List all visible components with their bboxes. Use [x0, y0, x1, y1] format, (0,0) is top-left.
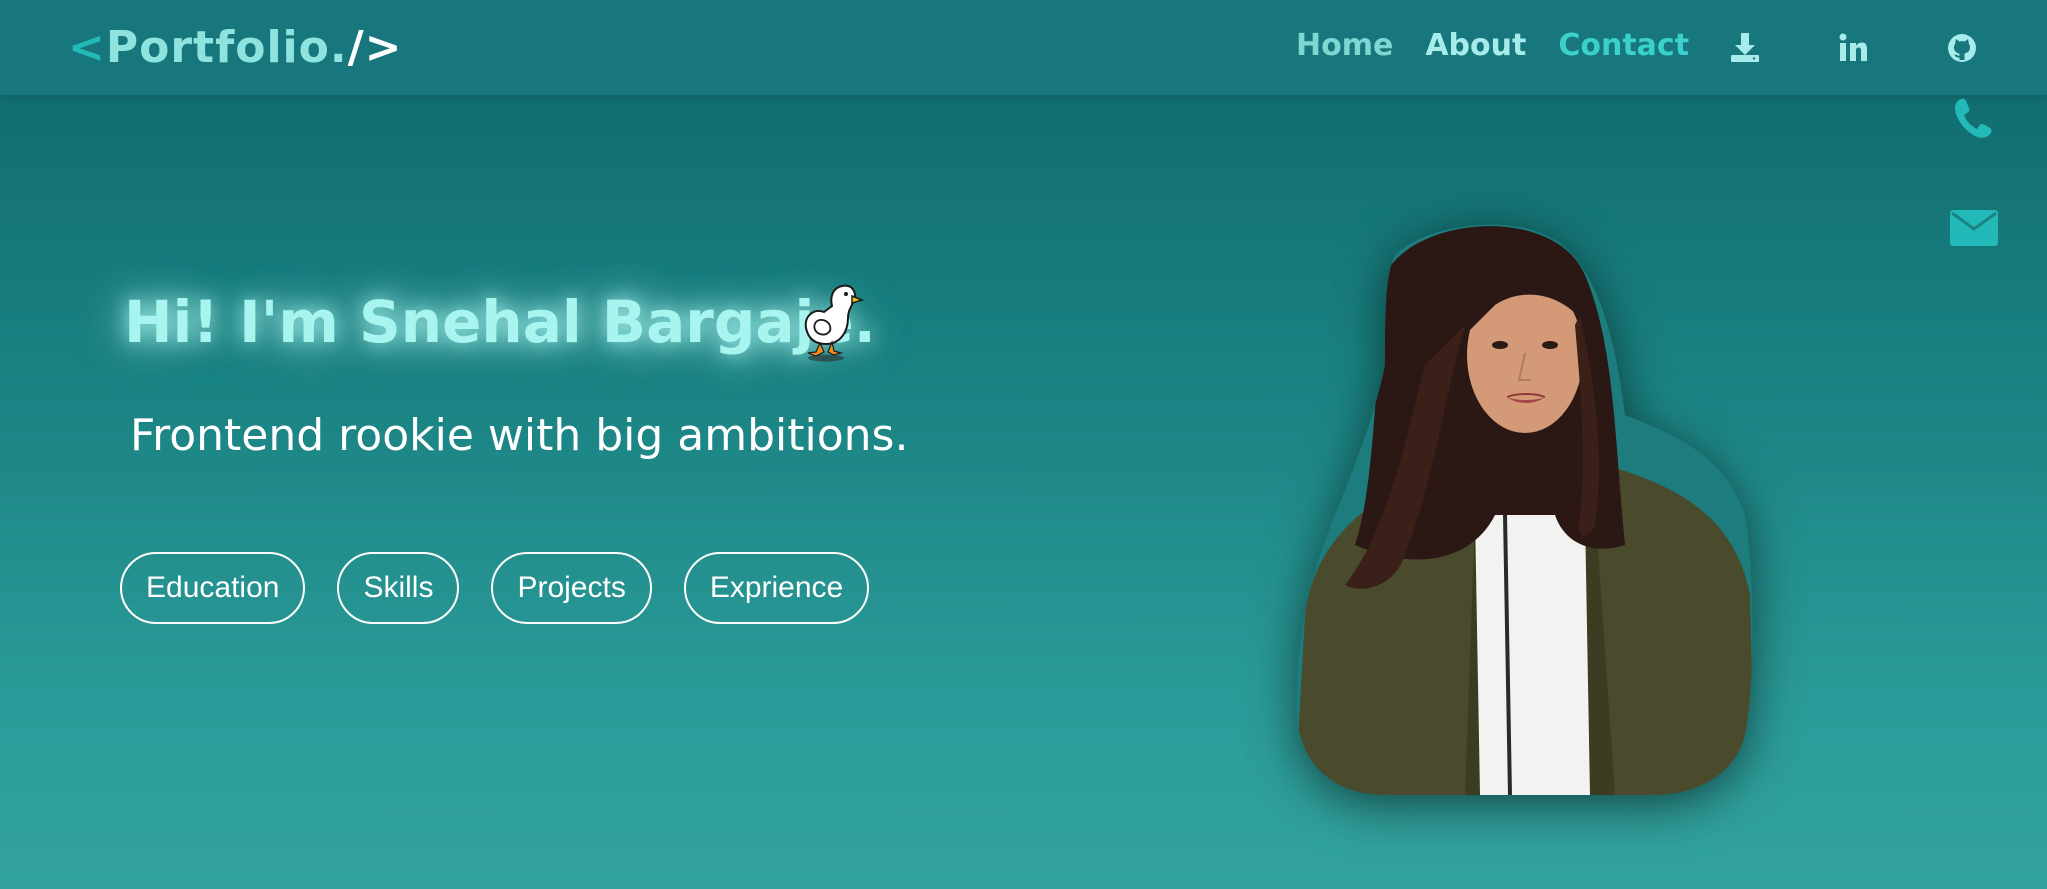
nav-link-contact[interactable]: Contact: [1558, 28, 1689, 63]
projects-button[interactable]: Projects: [491, 552, 652, 624]
hero-title: Hi! I'm Snehal Bargaje.: [124, 288, 876, 356]
duck-icon: [804, 284, 864, 362]
skills-button[interactable]: Skills: [337, 552, 460, 624]
download-icon[interactable]: [1727, 30, 1763, 66]
brand-name: Portfolio.: [105, 22, 348, 73]
navbar: <Portfolio./> Home About Contact: [0, 0, 2047, 95]
profile-photo: [1295, 215, 1755, 796]
github-icon[interactable]: [1944, 30, 1980, 66]
section-chips: Education Skills Projects Exprience: [120, 552, 870, 624]
experience-button[interactable]: Exprience: [683, 552, 870, 624]
hero-subtitle: Frontend rookie with big ambitions.: [130, 410, 909, 461]
brand-logo[interactable]: <Portfolio./>: [68, 22, 403, 73]
education-button[interactable]: Education: [120, 552, 306, 624]
nav-links: Home About Contact: [1296, 28, 1689, 63]
phone-icon[interactable]: [1953, 96, 1993, 140]
brand-close-bracket: />: [347, 22, 403, 73]
brand-open-bracket: <: [68, 22, 106, 73]
email-icon[interactable]: [1950, 208, 1998, 248]
nav-link-home[interactable]: Home: [1296, 28, 1393, 63]
nav-link-about[interactable]: About: [1425, 28, 1526, 63]
linkedin-icon[interactable]: [1835, 30, 1871, 66]
